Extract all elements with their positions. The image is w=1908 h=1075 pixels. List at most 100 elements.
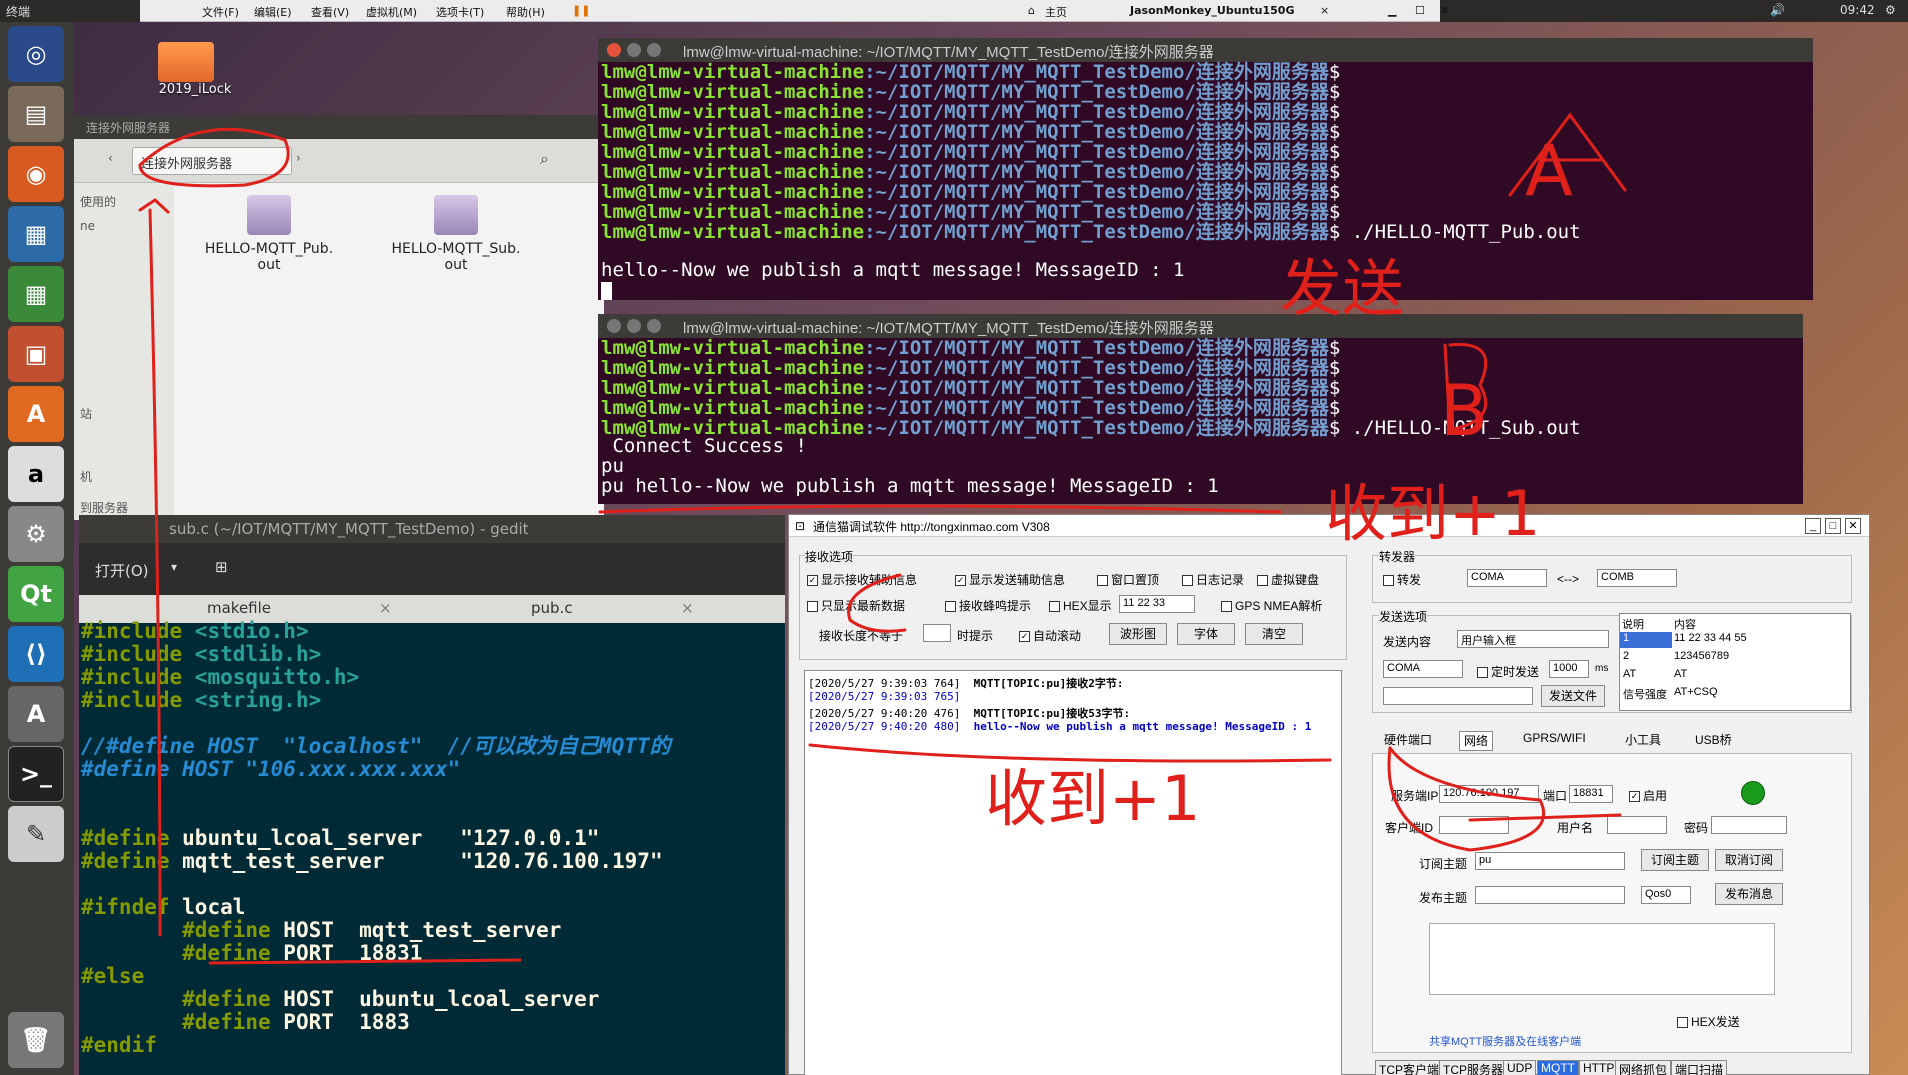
forward-icon[interactable]: › <box>296 151 301 165</box>
unsubscribe-button[interactable]: 取消订阅 <box>1715 849 1783 871</box>
text-editor-icon[interactable]: ✎ <box>8 806 64 862</box>
pause-icon[interactable]: ❚❚ <box>572 4 590 17</box>
forward-from-select[interactable]: COMA <box>1467 569 1547 587</box>
tab-pub-c[interactable]: pub.c <box>531 599 573 617</box>
open-button[interactable]: 打开(O) <box>95 560 149 581</box>
server-ip-input[interactable]: 120.76.100.197 <box>1439 785 1539 803</box>
tab-packet-capture[interactable]: 网络抓包 <box>1615 1060 1672 1075</box>
close-icon[interactable]: ✕ <box>1845 518 1861 534</box>
qt-icon[interactable]: Qt <box>8 566 64 622</box>
minimize-icon[interactable] <box>627 319 641 333</box>
send-file-button[interactable]: 发送文件 <box>1541 685 1605 707</box>
folder-icon[interactable] <box>158 42 214 82</box>
sidebar-item-server[interactable]: 到服务器 <box>80 499 128 516</box>
code-line[interactable]: #include <mosquitto.h> <box>81 666 359 688</box>
share-server-link[interactable]: 共享MQTT服务器及在线客户端 <box>1429 1033 1581 1049</box>
gps-checkbox[interactable]: GPS NMEA解析 <box>1221 597 1322 614</box>
code-line[interactable]: #define PORT 18831 <box>81 942 422 964</box>
show-recv-info-checkbox[interactable]: ✓ 显示接收辅助信息 <box>807 571 917 588</box>
tab-tcp-client[interactable]: TCP客户端 <box>1375 1060 1444 1075</box>
home-icon[interactable]: ⌂ <box>1028 4 1035 17</box>
tab-network[interactable]: 网络 <box>1459 731 1494 751</box>
code-line[interactable]: #else <box>81 965 144 987</box>
code-line[interactable]: #include <stdlib.h> <box>81 643 321 665</box>
file-sub[interactable]: HELLO-MQTT_Sub. out <box>371 195 541 273</box>
minimize-icon[interactable]: _ <box>1805 518 1821 534</box>
close-tab-icon[interactable]: × <box>681 599 694 617</box>
send-input[interactable] <box>1383 687 1533 705</box>
terminal-pub-window[interactable]: lmw@lmw-virtual-machine: ~/IOT/MQTT/MY_M… <box>598 38 1813 300</box>
breadcrumb[interactable]: 连接外网服务器 <box>132 147 292 175</box>
virtual-keyboard-checkbox[interactable]: 虚拟键盘 <box>1257 571 1319 588</box>
tab-home[interactable]: 主页 <box>1045 4 1067 20</box>
table-row-0-desc[interactable]: 1 <box>1620 632 1672 648</box>
receive-log[interactable]: [2020/5/27 9:39:03 764] MQTT[TOPIC:pu]接收… <box>804 670 1342 1075</box>
log-checkbox[interactable]: 日志记录 <box>1182 571 1244 588</box>
minimize-icon[interactable] <box>627 43 641 57</box>
autoscroll-checkbox[interactable]: ✓ 自动滚动 <box>1019 627 1081 644</box>
table-row-1-desc[interactable]: 2 <box>1623 650 1629 662</box>
trash-icon[interactable]: 🗑 <box>8 1012 64 1068</box>
tab-gprs-wifi[interactable]: GPRS/WIFI <box>1523 731 1586 751</box>
forward-to-select[interactable]: COMB <box>1597 569 1677 587</box>
tab-port-scan[interactable]: 端口扫描 <box>1671 1060 1728 1075</box>
close-tab-icon[interactable]: × <box>1320 4 1329 17</box>
table-row-1-content[interactable]: 123456789 <box>1674 650 1729 662</box>
tab-hardware-port[interactable]: 硬件端口 <box>1384 731 1432 751</box>
beep-checkbox[interactable]: 接收蜂鸣提示 <box>945 597 1031 614</box>
menu-tabs[interactable]: 选项卡(T) <box>436 4 484 20</box>
close-tab-icon[interactable]: × <box>379 599 392 617</box>
updater-icon[interactable]: A <box>8 686 64 742</box>
code-line[interactable]: #define HOST "106.xxx.xxx.xxx" <box>81 758 460 780</box>
close-icon[interactable] <box>607 43 621 57</box>
table-row-0-content[interactable]: 11 22 33 44 55 <box>1674 632 1747 644</box>
tab-makefile[interactable]: makefile <box>207 599 271 617</box>
terminal-sub-window[interactable]: lmw@lmw-virtual-machine: ~/IOT/MQTT/MY_M… <box>598 314 1803 504</box>
table-row-3-desc[interactable]: 信号强度 <box>1623 686 1667 702</box>
sidebar-item-trash[interactable]: 站 <box>80 405 92 422</box>
enable-checkbox[interactable]: ✓ 启用 <box>1629 787 1667 804</box>
menu-help[interactable]: 帮助(H) <box>506 4 545 20</box>
tab-tools[interactable]: 小工具 <box>1625 731 1661 751</box>
code-line[interactable]: #define mqtt_test_server "120.76.100.197… <box>81 850 663 872</box>
software-center-icon[interactable]: A <box>8 386 64 442</box>
minimize-icon[interactable]: ▁ <box>1388 4 1396 17</box>
writer-icon[interactable]: ▦ <box>8 206 64 262</box>
sidebar-item-recent[interactable]: 使用的 <box>80 193 116 210</box>
maximize-icon[interactable] <box>647 43 661 57</box>
vscode-icon[interactable]: ⟨⟩ <box>8 626 64 682</box>
calc-icon[interactable]: ▦ <box>8 266 64 322</box>
maximize-icon[interactable]: □ <box>1825 518 1841 534</box>
always-on-top-checkbox[interactable]: 窗口置顶 <box>1097 571 1159 588</box>
back-icon[interactable]: ‹ <box>108 151 113 165</box>
tab-usb-bridge[interactable]: USB桥 <box>1695 731 1732 751</box>
tab-udp[interactable]: UDP <box>1503 1060 1537 1075</box>
username-input[interactable] <box>1607 816 1667 834</box>
code-line[interactable]: #include <string.h> <box>81 689 321 711</box>
sidebar-item-computer[interactable]: 机 <box>80 468 92 485</box>
hex-select[interactable]: 11 22 33 <box>1119 595 1195 613</box>
send-port-select[interactable]: COMA <box>1383 660 1463 678</box>
menu-file[interactable]: 文件(F) <box>202 4 239 20</box>
code-line[interactable]: #define HOST ubuntu_lcoal_server <box>81 988 599 1010</box>
settings-icon[interactable]: ⚙ <box>8 506 64 562</box>
code-line[interactable]: #define ubuntu_lcoal_server "127.0.0.1" <box>81 827 599 849</box>
terminal-icon[interactable]: >_ <box>8 746 64 802</box>
close-icon[interactable]: ✕ <box>1440 4 1449 17</box>
tab-http[interactable]: HTTP <box>1579 1060 1619 1075</box>
subscribe-button[interactable]: 订阅主题 <box>1641 849 1709 871</box>
table-row-2-content[interactable]: AT <box>1674 668 1687 680</box>
clock[interactable]: 09:42 <box>1840 3 1875 17</box>
volume-icon[interactable]: 🔊 <box>1770 3 1785 17</box>
search-icon[interactable]: ⌕ <box>540 149 549 169</box>
chevron-down-icon[interactable]: ▾ <box>171 560 177 574</box>
hex-send-checkbox[interactable]: HEX发送 <box>1677 1013 1740 1030</box>
close-icon[interactable] <box>607 319 621 333</box>
new-document-icon[interactable]: ⊞ <box>215 558 228 576</box>
menu-vm[interactable]: 虚拟机(M) <box>366 4 417 20</box>
font-button[interactable]: 字体 <box>1177 623 1235 645</box>
tab-vm[interactable]: JasonMonkey_Ubuntu150G <box>1130 4 1294 17</box>
command-table[interactable]: 说明 内容 1 11 22 33 44 55 2 123456789 AT AT… <box>1619 613 1851 711</box>
amazon-icon[interactable]: a <box>8 446 64 502</box>
menu-edit[interactable]: 编辑(E) <box>254 4 292 20</box>
